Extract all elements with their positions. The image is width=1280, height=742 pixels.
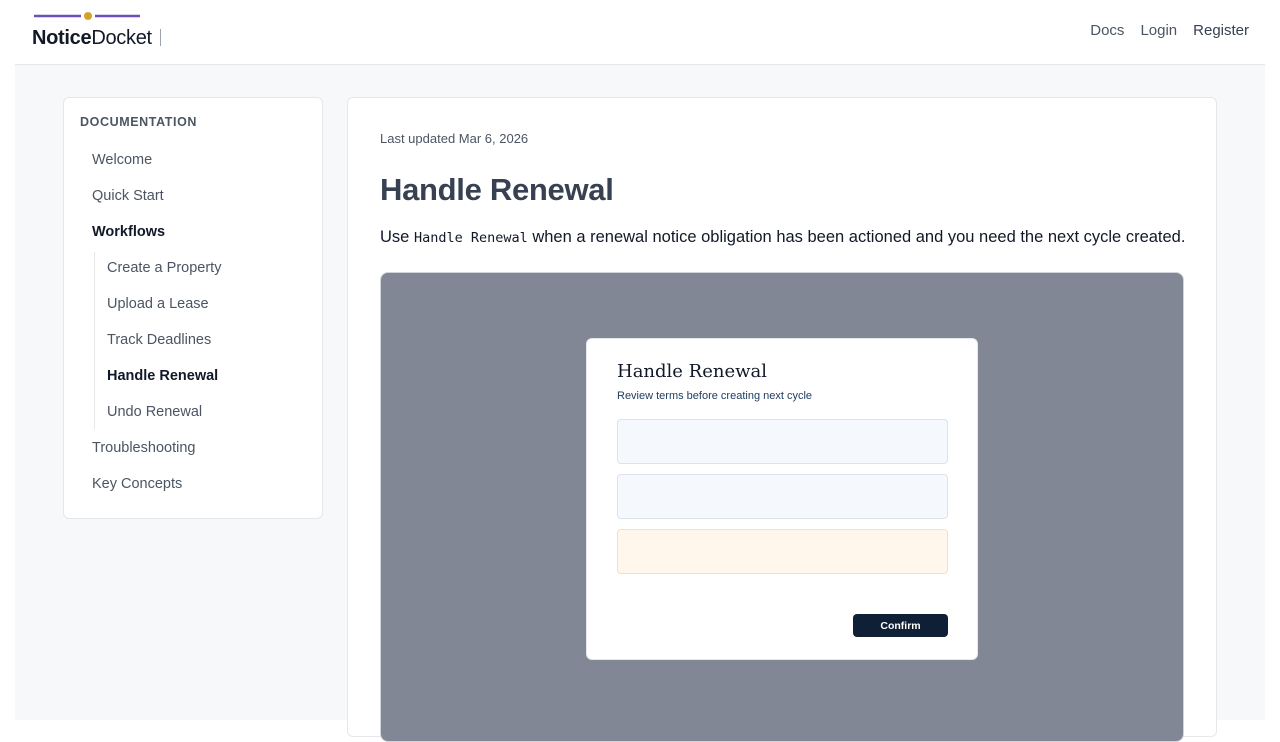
- modal-subtitle: Review terms before creating next cycle: [617, 390, 813, 402]
- brand-name-regular: Docket: [91, 27, 152, 49]
- intro-prefix: Use: [380, 228, 414, 246]
- sidebar-item-undo-renewal[interactable]: Undo Renewal: [107, 404, 202, 420]
- brand-name-bold: Notice: [32, 27, 92, 49]
- nav-docs-link[interactable]: Docs: [1090, 22, 1124, 39]
- sidebar-item-create-property[interactable]: Create a Property: [107, 260, 221, 276]
- brand-logo[interactable]: NoticeDocket: [32, 9, 172, 53]
- sidebar-item-handle-renewal[interactable]: Handle Renewal: [107, 368, 218, 384]
- sidebar-item-quick-start[interactable]: Quick Start: [92, 188, 164, 204]
- workflows-subnav-rule: [94, 252, 95, 430]
- screenshot-figure: Handle Renewal Review terms before creat…: [380, 272, 1184, 742]
- modal-field-1: [617, 419, 948, 464]
- sidebar-item-track-deadlines[interactable]: Track Deadlines: [107, 332, 211, 348]
- top-nav: Docs Login Register: [1090, 22, 1249, 39]
- renewal-modal-preview: Handle Renewal Review terms before creat…: [586, 338, 978, 660]
- sidebar-item-troubleshooting[interactable]: Troubleshooting: [92, 440, 195, 456]
- page-title: Handle Renewal: [380, 172, 614, 207]
- sidebar-item-upload-lease[interactable]: Upload a Lease: [107, 296, 209, 312]
- article-intro: Use Handle Renewal when a renewal notice…: [380, 228, 1185, 247]
- modal-title: Handle Renewal: [617, 361, 768, 382]
- sidebar-item-key-concepts[interactable]: Key Concepts: [92, 476, 182, 492]
- modal-field-warning: [617, 529, 948, 574]
- nav-register-link[interactable]: Register: [1193, 22, 1249, 39]
- logo-divider: [160, 29, 161, 46]
- confirm-button: Confirm: [853, 614, 948, 637]
- sidebar-title: DOCUMENTATION: [80, 115, 198, 129]
- nav-login-link[interactable]: Login: [1140, 22, 1177, 39]
- top-header: NoticeDocket Docs Login Register: [0, 0, 1280, 65]
- docs-sidebar: DOCUMENTATION Welcome Quick Start Workfl…: [63, 97, 323, 519]
- sidebar-item-welcome[interactable]: Welcome: [92, 152, 152, 168]
- brand-name: NoticeDocket: [32, 27, 152, 50]
- intro-suffix: when a renewal notice obligation has bee…: [527, 228, 1186, 246]
- sidebar-item-workflows[interactable]: Workflows: [92, 224, 165, 240]
- last-updated: Last updated Mar 6, 2026: [380, 131, 529, 146]
- article-panel: Last updated Mar 6, 2026 Handle Renewal …: [347, 97, 1217, 742]
- intro-code: Handle Renewal: [413, 230, 528, 246]
- logo-mark-icon: [34, 12, 140, 20]
- modal-field-2: [617, 474, 948, 519]
